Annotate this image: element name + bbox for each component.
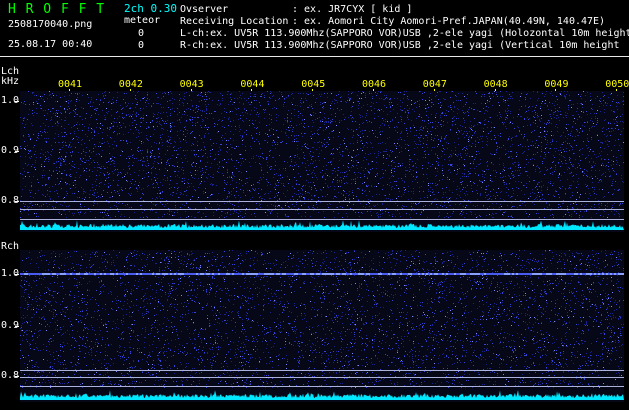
lch-unit: kHz xyxy=(1,76,20,87)
lch-spectrogram xyxy=(20,91,624,232)
lch-info: L-ch:ex. UV5R 113.900Mhz(SAPPORO VOR)USB… xyxy=(180,28,629,39)
time-label-0043: 0043 xyxy=(179,79,204,90)
observer-label: Ovserver xyxy=(180,4,229,15)
datetime-label: 25.08.17 00:40 xyxy=(8,39,93,50)
lch-spectrogram-canvas xyxy=(20,91,624,230)
time-label-0046: 0046 xyxy=(362,79,387,90)
count-l-value: 0 xyxy=(138,28,145,39)
time-label-0045: 0045 xyxy=(301,79,326,90)
time-label-0044: 0044 xyxy=(240,79,265,90)
lch-ytick-mark xyxy=(15,101,19,102)
count-r-value: 0 xyxy=(138,40,145,51)
version-label: 2ch 0.30 xyxy=(124,2,177,15)
filename-label: 2508170040.png xyxy=(8,19,93,30)
rch-label: Rch xyxy=(1,241,20,252)
rch-ytick-mark xyxy=(15,376,19,377)
time-label-0049: 0049 xyxy=(544,79,569,90)
rch-info: R-ch:ex. UV5R 113.900Mhz(SAPPORO VOR)USB… xyxy=(180,40,620,51)
time-label-0042: 0042 xyxy=(118,79,143,90)
lch-ytick-mark xyxy=(15,201,19,202)
rch-ytick-mark xyxy=(15,326,19,327)
header-divider xyxy=(0,56,629,57)
rch-spectrogram xyxy=(20,250,624,402)
time-label-0041: 0041 xyxy=(58,79,83,90)
mode-label: meteor xyxy=(124,15,161,26)
location-label: Receiving Location xyxy=(180,16,289,27)
location-value: : ex. Aomori City Aomori-Pref.JAPAN(40.4… xyxy=(292,16,606,27)
observer-value: : ex. JR7CYX [ kid ] xyxy=(292,4,413,15)
lch-ytick-mark xyxy=(15,151,19,152)
time-label-0047: 0047 xyxy=(422,79,447,90)
rch-spectrogram-canvas xyxy=(20,250,624,400)
rch-ytick-mark xyxy=(15,274,19,275)
time-label-0048: 0048 xyxy=(483,79,508,90)
app-title: H R O F F T xyxy=(8,2,106,17)
